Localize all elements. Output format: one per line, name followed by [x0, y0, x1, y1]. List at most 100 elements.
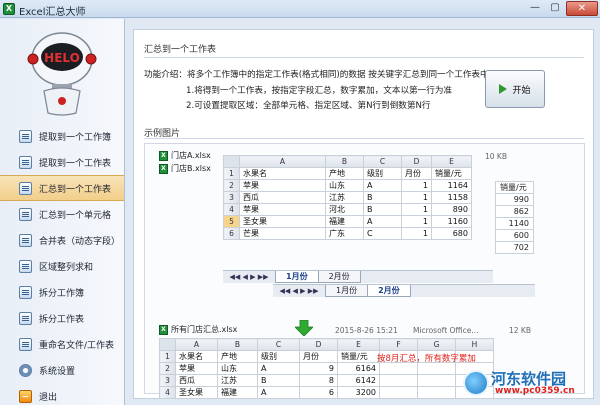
- sheet-a-tabs: ◀◀ ◀ ▶ ▶▶ 1月份 2月份: [223, 270, 493, 283]
- sidebar-item-extract-worksheet[interactable]: 提取到一个工作表: [0, 149, 124, 175]
- cell: 3200: [337, 386, 380, 399]
- table-row: 5 圣女果 福建 A 1 1160: [223, 215, 472, 228]
- sidebar-item-rename[interactable]: 重命名文件/工作表: [0, 331, 124, 357]
- cell: 福建: [217, 386, 258, 399]
- col-letter: H: [455, 338, 494, 351]
- sheet-b-tabs: ◀◀ ◀ ▶ ▶▶ 1月份 2月份: [273, 284, 535, 297]
- cell: 890: [431, 203, 472, 216]
- sheet-corner: [223, 155, 240, 168]
- example-image: X 门店A.xlsx X 门店B.xlsx 10 KB A B C D E 1 …: [144, 143, 585, 399]
- tab-month-2[interactable]: 2月份: [317, 271, 361, 283]
- cell: 1160: [431, 215, 472, 228]
- sidebar-item-split-sheet[interactable]: 拆分工作表: [0, 305, 124, 331]
- cell: 山东: [217, 362, 258, 375]
- workbook-icon: [19, 129, 32, 143]
- cell: [379, 374, 418, 387]
- header-cell: 水果名: [239, 167, 326, 180]
- sidebar-nav: 提取到一个工作簿 提取到一个工作表 汇总到一个工作表 汇总到一个单元格 合并表（…: [0, 123, 124, 405]
- file-item-b: X 门店B.xlsx: [159, 163, 211, 174]
- sidebar-item-summary-sheet[interactable]: 汇总到一个工作表: [0, 175, 124, 201]
- cell: 江苏: [217, 374, 258, 387]
- cell: 1: [401, 191, 432, 204]
- table-row: 4 圣女果 福建 A 6 3200: [159, 386, 494, 399]
- sidebar-item-label: 退出: [39, 392, 58, 403]
- sidebar-item-column-sum[interactable]: 区域整列求和: [0, 253, 124, 279]
- sidebar-item-label: 提取到一个工作簿: [39, 132, 112, 143]
- sheet-nav-arrows[interactable]: ◀◀ ◀ ▶ ▶▶: [223, 271, 275, 283]
- watermark: 河东软件园 www.pc0359.cn: [463, 370, 586, 398]
- robot-mascot-icon: HELO: [27, 32, 97, 116]
- sidebar-item-label: 区域整列求和: [39, 262, 94, 273]
- feature-description: 功能介绍：将多个工作簿中的指定工作表(格式相同)的数据 按关键字汇总到同一个工作…: [144, 70, 489, 80]
- cell: [379, 386, 418, 399]
- section-divider: [144, 57, 584, 58]
- row-number: 3: [159, 374, 176, 387]
- sidebar-item-merge[interactable]: 合并表（动态字段）: [0, 227, 124, 253]
- col-letter: A: [239, 155, 326, 168]
- close-button[interactable]: ✕: [566, 1, 598, 16]
- header-cell: 产地: [325, 167, 364, 180]
- sheet-nav-arrows[interactable]: ◀◀ ◀ ▶ ▶▶: [273, 285, 325, 297]
- cell: 6164: [337, 362, 380, 375]
- file-type: Microsoft Office...: [413, 326, 479, 335]
- sidebar-item-summary-cell[interactable]: 汇总到一个单元格: [0, 201, 124, 227]
- header-cell: 销量/元: [431, 167, 472, 180]
- file-date: 2015-8-26 15:21: [335, 326, 398, 335]
- header-cell: 水果名: [175, 350, 218, 363]
- file-item-a: X 门店A.xlsx: [159, 150, 211, 161]
- cell: C: [363, 227, 402, 240]
- excel-app-icon: X: [3, 3, 15, 15]
- watermark-logo-icon: [463, 370, 489, 396]
- sidebar-item-exit[interactable]: 退出: [0, 383, 124, 405]
- cell: 广东: [325, 227, 364, 240]
- play-icon: [499, 84, 508, 94]
- row-number: 2: [159, 362, 176, 375]
- sidebar-item-label: 提取到一个工作表: [39, 158, 112, 169]
- file-name: 门店B.xlsx: [171, 164, 211, 173]
- start-button[interactable]: 开始: [485, 70, 545, 108]
- title-bar: X Excel汇总大师 — ▢ ✕: [0, 0, 600, 18]
- worksheet-icon: [19, 155, 32, 169]
- summary-table: A B C D E F G H 1 水果名 产地 级别 月份 销量/元 2 苹果: [159, 338, 494, 399]
- row-number: 4: [159, 386, 176, 399]
- table-row: 6 芒果 广东 C 1 680: [223, 227, 472, 240]
- header-cell: 级别: [257, 350, 300, 363]
- main-panel: 汇总到一个工作表 功能介绍：将多个工作簿中的指定工作表(格式相同)的数据 按关键…: [133, 29, 594, 399]
- row-number: 5: [223, 215, 240, 228]
- cell: 600: [495, 229, 534, 242]
- cell: 1140: [495, 217, 534, 230]
- col-letter: B: [217, 338, 258, 351]
- col-letter: D: [401, 155, 432, 168]
- cell: 8: [299, 374, 338, 387]
- section-title: 汇总到一个工作表: [144, 45, 217, 55]
- cell: 江苏: [325, 191, 364, 204]
- maximize-button[interactable]: ▢: [546, 1, 564, 16]
- minimize-button[interactable]: —: [526, 1, 544, 16]
- sidebar-item-label: 重命名文件/工作表: [39, 340, 115, 351]
- xlsx-file-icon: X: [159, 163, 168, 174]
- file-size: 10 KB: [485, 152, 507, 161]
- cell: B: [363, 203, 402, 216]
- feature-bullet-2: 2.可设置提取区域：全部单元格、指定区域、第N行到倒数第N行: [186, 101, 431, 111]
- svg-text:HELO: HELO: [44, 51, 80, 65]
- cell: 990: [495, 193, 534, 206]
- cell: 福建: [325, 215, 364, 228]
- xlsx-file-icon: X: [159, 324, 168, 335]
- sidebar-item-split-workbook[interactable]: 拆分工作簿: [0, 279, 124, 305]
- tab-month-1[interactable]: 1月份: [275, 271, 319, 283]
- col-letter: C: [363, 155, 402, 168]
- cell: [417, 362, 456, 375]
- sidebar-item-extract-workbook[interactable]: 提取到一个工作簿: [0, 123, 124, 149]
- row-number: 1: [159, 350, 176, 363]
- table-row: 4 苹果 河北 B 1 890: [223, 203, 472, 216]
- sheet-corner: [159, 338, 176, 351]
- table-row: 2 苹果 山东 A 1 1164: [223, 179, 472, 192]
- sidebar-item-label: 系统设置: [39, 366, 76, 377]
- col-letter: D: [299, 338, 338, 351]
- sidebar-item-settings[interactable]: 系统设置: [0, 357, 124, 383]
- sidebar-item-label: 拆分工作表: [39, 314, 85, 325]
- tab-month-2[interactable]: 2月份: [367, 285, 411, 297]
- cell: 1: [401, 227, 432, 240]
- cell: 苹果: [239, 179, 326, 192]
- tab-month-1[interactable]: 1月份: [325, 285, 369, 297]
